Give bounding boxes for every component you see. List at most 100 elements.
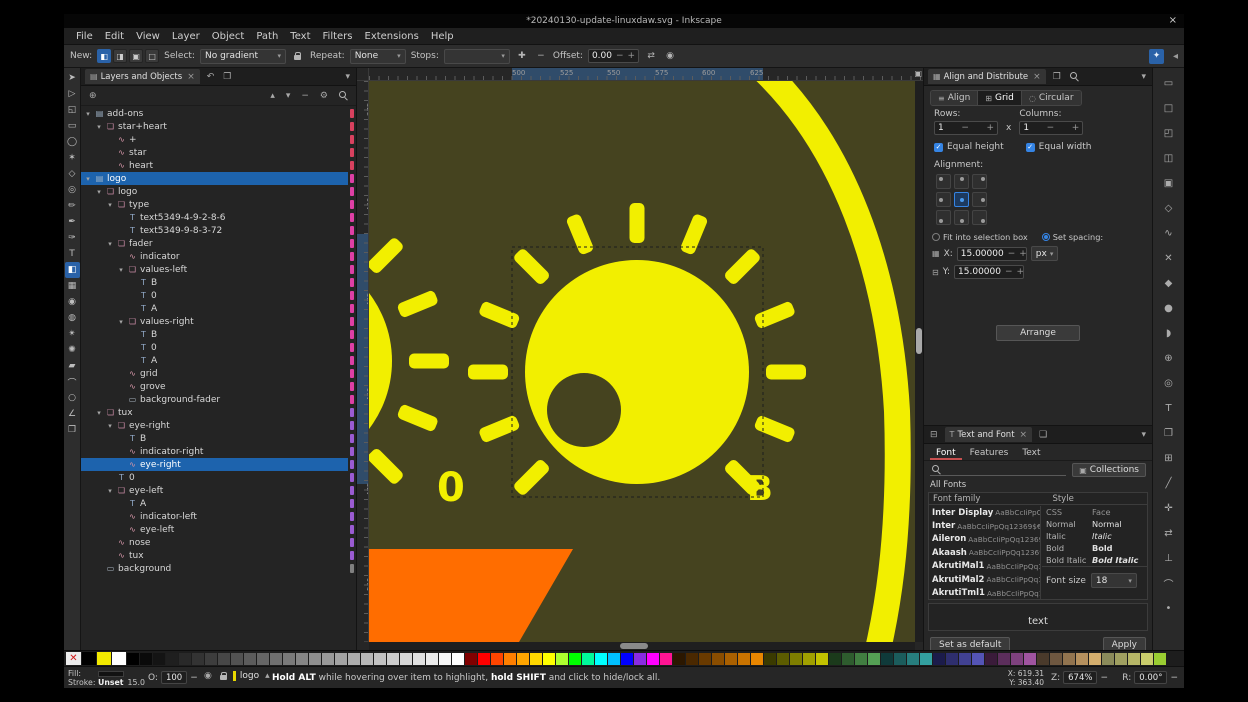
palette-swatch[interactable] [1141,653,1153,665]
palette-swatch[interactable] [816,653,828,665]
palette-swatch[interactable] [738,653,750,665]
drawing-canvas[interactable]: 0B [369,81,915,642]
layer-row[interactable]: ▾❏logo [81,185,348,198]
snap-smooth-node-icon[interactable]: ● [1153,296,1184,321]
snap-toggle-button[interactable]: ✦ [1149,49,1164,64]
spray-tool[interactable]: ✺ [65,342,80,358]
layer-row[interactable]: ∿eye-right [81,458,348,471]
increment-icon[interactable]: + [1019,249,1027,259]
palette-swatch[interactable] [244,653,256,665]
palette-swatch[interactable] [582,653,594,665]
palette-swatch[interactable] [933,653,945,665]
font-style-row[interactable]: BoldBold [1042,542,1147,554]
snap-path-icon[interactable]: ∿ [1153,221,1184,246]
snap-bbox-midpoint-icon[interactable]: ◫ [1153,146,1184,171]
white-swatch[interactable] [112,652,126,665]
mesh-gradient-tool[interactable]: ▦ [65,278,80,294]
palette-swatch[interactable] [751,653,763,665]
palette-swatch[interactable] [920,653,932,665]
palette-swatch[interactable] [127,653,139,665]
snap-tangential-icon[interactable]: ⌒ [1153,571,1184,596]
snap-perpendicular-icon[interactable]: ⊥ [1153,546,1184,571]
expand-triangle-icon[interactable]: ▾ [106,422,114,430]
palette-swatch[interactable] [946,653,958,665]
layer-row[interactable]: ▾❏type [81,198,348,211]
decrement-icon[interactable]: − [616,51,624,61]
snap-guide-icon[interactable]: ╱ [1153,471,1184,496]
zoom-decrement-icon[interactable]: − [1100,673,1108,683]
layer-row[interactable]: ∿star [81,146,348,159]
snap-intersection-icon[interactable]: ✕ [1153,246,1184,271]
menu-path[interactable]: Path [250,30,284,43]
current-layer-label[interactable]: logo [240,671,259,681]
snap-cusp-node-icon[interactable]: ◆ [1153,271,1184,296]
layer-row[interactable]: T0 [81,471,348,484]
palette-swatch[interactable] [348,653,360,665]
expand-triangle-icon[interactable]: ▾ [84,110,92,118]
unit-dropdown[interactable]: px▾ [1031,246,1059,261]
columns-spinner[interactable]: 1−+ [1019,121,1083,135]
palette-swatch[interactable] [296,653,308,665]
menu-extensions[interactable]: Extensions [359,30,425,43]
palette-swatch[interactable] [712,653,724,665]
layer-row[interactable]: ∿heart [81,159,348,172]
set-as-default-button[interactable]: Set as default [930,637,1010,650]
close-tab-icon[interactable]: × [1020,430,1028,440]
palette-swatch[interactable] [1089,653,1101,665]
layer-row[interactable]: ▾❏star+heart [81,120,348,133]
calligraphy-tool[interactable]: ✑ [65,230,80,246]
panel-menu-chevron-icon[interactable]: ▾ [1139,72,1148,82]
layer-row[interactable]: ∿grove [81,380,348,393]
box3d-tool[interactable]: ◇ [65,166,80,182]
layer-row[interactable]: Ttext5349-9-8-3-72 [81,224,348,237]
rotation-input[interactable]: 0.00° [1134,671,1167,684]
align-tab-grid[interactable]: ⊞Grid [978,91,1022,105]
font-style-row[interactable]: NormalNormal [1042,518,1147,530]
increment-icon[interactable]: + [1017,267,1025,277]
palette-swatch[interactable] [218,653,230,665]
palette-swatch[interactable] [543,653,555,665]
palette-swatch[interactable] [673,653,685,665]
anchor-middle-left[interactable] [936,192,951,207]
palette-swatch[interactable] [517,653,529,665]
font-family-row[interactable]: AileronAaBbCcIiPpQq12369$€¢ [929,533,1040,546]
eraser-tool[interactable]: ▰ [65,358,80,374]
snap-object-center-icon[interactable]: ⊕ [1153,346,1184,371]
layer-row[interactable]: ∿indicator-right [81,445,348,458]
anchor-bottom-right[interactable] [972,210,987,225]
snap-node-icon[interactable]: ◇ [1153,196,1184,221]
palette-swatch[interactable] [686,653,698,665]
snap-bbox-edge-icon[interactable]: □ [1153,96,1184,121]
layer-row[interactable]: ▾❏values-right [81,315,348,328]
palette-swatch[interactable] [504,653,516,665]
increment-icon[interactable]: + [628,51,636,61]
layer-row[interactable]: ▭background-fader [81,393,348,406]
layer-chevron-icon[interactable]: ▴ [263,671,272,681]
layer-row[interactable]: TA [81,497,348,510]
layer-row[interactable]: T0 [81,289,348,302]
increment-icon[interactable]: + [986,123,994,133]
layer-row[interactable]: ▾❏fader [81,237,348,250]
close-tab-icon[interactable]: × [1033,72,1041,82]
fill-swatch[interactable] [98,671,124,677]
repeat-dropdown[interactable]: None▾ [350,49,406,64]
palette-swatch[interactable] [855,653,867,665]
palette-swatch[interactable] [764,653,776,665]
spacing-x-input[interactable]: 15.00000−+ [957,247,1027,261]
align-tab-align[interactable]: ≡Align [931,91,978,105]
palette-swatch[interactable] [634,653,646,665]
snap-grid-icon[interactable]: ⊞ [1153,446,1184,471]
snap-bbox-icon[interactable]: ▭ [1153,71,1184,96]
search-icon[interactable] [1068,72,1081,81]
font-family-row[interactable]: AkrutiMal2AaBbCcIiPpQq123 [929,573,1040,586]
palette-swatch[interactable] [231,653,243,665]
objects-tab-icon[interactable]: ❐ [1051,72,1063,82]
rows-spinner[interactable]: 1−+ [934,121,998,135]
palette-swatch[interactable] [1154,653,1166,665]
reverse-gradient-button[interactable]: ⇄ [644,49,658,63]
font-family-row[interactable]: AkaashAaBbCcIiPpQq12369$€¢?,; [929,546,1040,559]
palette-swatch[interactable] [725,653,737,665]
menu-text[interactable]: Text [284,30,316,43]
palette-swatch[interactable] [140,653,152,665]
palette-swatch[interactable] [257,653,269,665]
